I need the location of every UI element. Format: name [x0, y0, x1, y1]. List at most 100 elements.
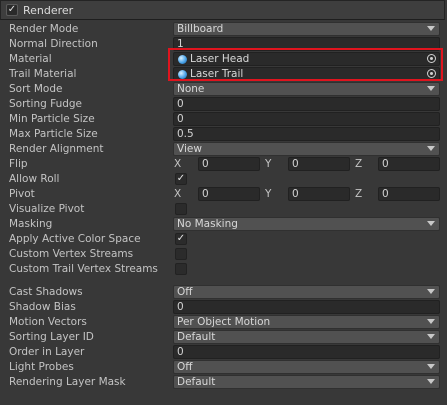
trail-material-label: Trail Material	[9, 68, 77, 80]
module-title: Renderer	[23, 4, 74, 17]
allow-roll-checkbox[interactable]: ✓	[175, 173, 187, 185]
motion-vectors-value: Per Object Motion	[177, 316, 271, 328]
shadow-bias-label: Shadow Bias	[9, 301, 76, 313]
masking-value: No Masking	[177, 218, 238, 230]
row-light-probes: Light Probes Off	[0, 360, 447, 375]
object-picker-icon[interactable]	[427, 69, 436, 78]
normal-direction-label: Normal Direction	[9, 38, 98, 50]
render-alignment-label: Render Alignment	[9, 143, 104, 155]
row-masking: Masking No Masking	[0, 217, 447, 232]
row-allow-roll: Allow Roll ✓	[0, 172, 447, 187]
render-alignment-value: View	[177, 143, 202, 155]
pivot-x-axis-label[interactable]: X	[174, 187, 181, 202]
sort-mode-value: None	[177, 83, 205, 95]
light-probes-dropdown[interactable]: Off	[173, 360, 440, 374]
min-particle-size-field[interactable]: 0	[173, 112, 440, 126]
dropdown-arrow-icon	[427, 26, 435, 31]
material-value: Laser Head	[190, 53, 250, 65]
cast-shadows-value: Off	[177, 286, 193, 298]
custom-trail-vertex-streams-label: Custom Trail Vertex Streams	[9, 263, 158, 275]
render-alignment-dropdown[interactable]: View	[173, 142, 440, 156]
dropdown-arrow-icon	[427, 319, 435, 324]
sort-mode-dropdown[interactable]: None	[173, 82, 440, 96]
trail-material-object-field[interactable]: Laser Trail	[173, 67, 440, 81]
render-mode-value: Billboard	[177, 23, 224, 35]
flip-x-field[interactable]: 0	[198, 157, 260, 171]
dropdown-arrow-icon	[427, 334, 435, 339]
allow-roll-label: Allow Roll	[9, 173, 60, 185]
material-object-field[interactable]: Laser Head	[173, 52, 440, 66]
masking-label: Masking	[9, 218, 53, 230]
dropdown-arrow-icon	[427, 221, 435, 226]
dropdown-arrow-icon	[427, 364, 435, 369]
pivot-y-axis-label[interactable]: Y	[265, 187, 271, 202]
flip-y-field[interactable]: 0	[288, 157, 350, 171]
row-cast-shadows: Cast Shadows Off	[0, 285, 447, 300]
shadow-bias-field[interactable]: 0	[173, 300, 440, 314]
dropdown-arrow-icon	[427, 86, 435, 91]
module-enabled-checkbox[interactable]: ✓	[6, 4, 18, 16]
row-shadow-bias: Shadow Bias 0	[0, 300, 447, 315]
max-particle-size-label: Max Particle Size	[9, 128, 98, 140]
pivot-z-axis-label[interactable]: Z	[355, 187, 362, 202]
flip-z-axis-label[interactable]: Z	[355, 157, 362, 172]
renderer-module-header[interactable]: ✓ Renderer	[0, 0, 445, 20]
pivot-y-field[interactable]: 0	[288, 187, 350, 201]
row-normal-direction: Normal Direction 1	[0, 37, 447, 52]
custom-vertex-streams-label: Custom Vertex Streams	[9, 248, 134, 260]
row-render-mode: Render Mode Billboard	[0, 22, 447, 37]
row-flip: Flip X 0 Y 0 Z 0	[0, 157, 447, 172]
row-max-particle-size: Max Particle Size 0.5	[0, 127, 447, 142]
apply-active-color-space-label: Apply Active Color Space	[9, 233, 141, 245]
rendering-layer-mask-value: Default	[177, 376, 216, 388]
dropdown-arrow-icon	[427, 289, 435, 294]
light-probes-label: Light Probes	[9, 361, 74, 373]
rendering-layer-mask-dropdown[interactable]: Default	[173, 375, 440, 389]
row-visualize-pivot: Visualize Pivot	[0, 202, 447, 217]
renderer-module-panel: ✓ Renderer Render Mode Billboard Normal …	[0, 0, 447, 405]
order-in-layer-label: Order in Layer	[9, 346, 85, 358]
object-picker-icon[interactable]	[427, 54, 436, 63]
custom-trail-vertex-streams-checkbox[interactable]	[175, 263, 187, 275]
normal-direction-field[interactable]: 1	[173, 37, 440, 51]
flip-y-axis-label[interactable]: Y	[265, 157, 271, 172]
max-particle-size-field[interactable]: 0.5	[173, 127, 440, 141]
masking-dropdown[interactable]: No Masking	[173, 217, 440, 231]
flip-x-axis-label[interactable]: X	[174, 157, 181, 172]
pivot-z-field[interactable]: 0	[378, 187, 440, 201]
trail-material-value: Laser Trail	[190, 68, 244, 80]
material-label: Material	[9, 53, 52, 65]
sorting-fudge-field[interactable]: 0	[173, 97, 440, 111]
render-mode-dropdown[interactable]: Billboard	[173, 22, 440, 36]
sorting-layer-id-value: Default	[177, 331, 216, 343]
row-rendering-layer-mask: Rendering Layer Mask Default	[0, 375, 447, 390]
light-probes-value: Off	[177, 361, 193, 373]
visualize-pivot-checkbox[interactable]	[175, 203, 187, 215]
row-pivot: Pivot X 0 Y 0 Z 0	[0, 187, 447, 202]
material-sphere-icon	[178, 70, 187, 79]
pivot-label: Pivot	[9, 188, 35, 200]
flip-z-field[interactable]: 0	[378, 157, 440, 171]
sorting-layer-id-dropdown[interactable]: Default	[173, 330, 440, 344]
row-sorting-layer-id: Sorting Layer ID Default	[0, 330, 447, 345]
row-custom-vertex-streams: Custom Vertex Streams	[0, 247, 447, 262]
sort-mode-label: Sort Mode	[9, 83, 63, 95]
apply-active-color-space-checkbox[interactable]: ✓	[175, 233, 187, 245]
min-particle-size-label: Min Particle Size	[9, 113, 95, 125]
row-material: Material Laser Head	[0, 52, 447, 67]
motion-vectors-label: Motion Vectors	[9, 316, 87, 328]
cast-shadows-dropdown[interactable]: Off	[173, 285, 440, 299]
order-in-layer-field[interactable]: 0	[173, 345, 440, 359]
pivot-x-field[interactable]: 0	[198, 187, 260, 201]
row-sorting-fudge: Sorting Fudge 0	[0, 97, 447, 112]
visualize-pivot-label: Visualize Pivot	[9, 203, 85, 215]
row-motion-vectors: Motion Vectors Per Object Motion	[0, 315, 447, 330]
cast-shadows-label: Cast Shadows	[9, 286, 83, 298]
row-sort-mode: Sort Mode None	[0, 82, 447, 97]
sorting-layer-id-label: Sorting Layer ID	[9, 331, 94, 343]
row-apply-active-color-space: Apply Active Color Space ✓	[0, 232, 447, 247]
row-render-alignment: Render Alignment View	[0, 142, 447, 157]
custom-vertex-streams-checkbox[interactable]	[175, 248, 187, 260]
motion-vectors-dropdown[interactable]: Per Object Motion	[173, 315, 440, 329]
rendering-layer-mask-label: Rendering Layer Mask	[9, 376, 126, 388]
